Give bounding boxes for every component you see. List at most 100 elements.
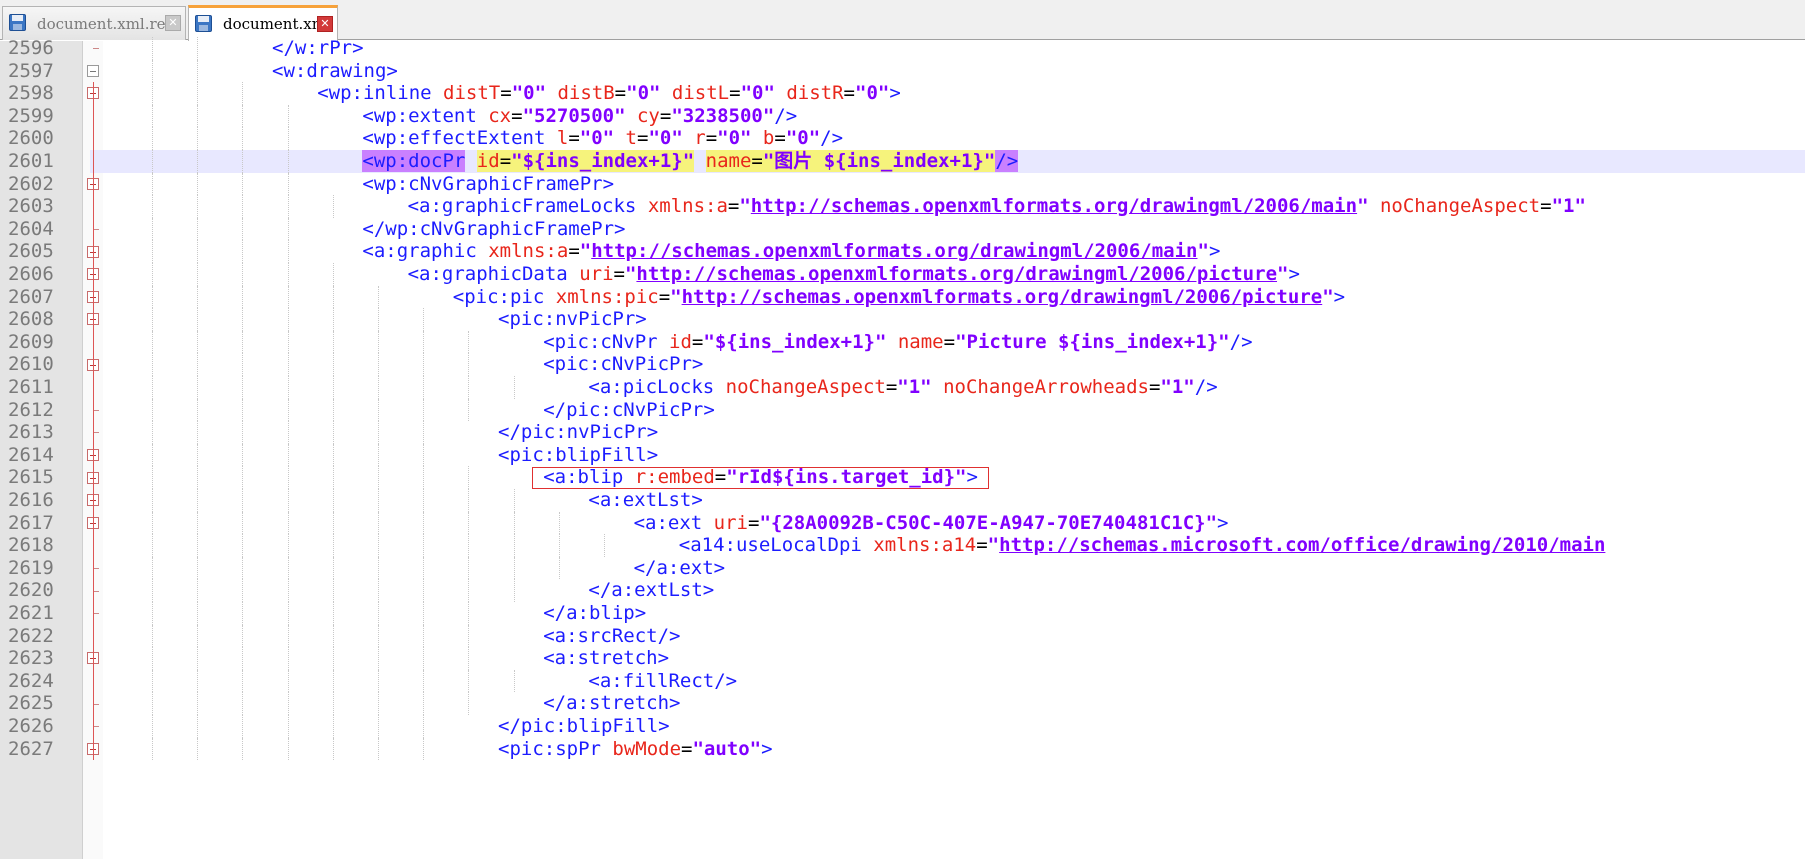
code-line[interactable]: 2608 <pic:nvPicPr>	[0, 308, 1805, 331]
close-icon[interactable]: ✕	[317, 16, 333, 32]
code-line[interactable]: 2624 <a:fillRect/>	[0, 669, 1805, 693]
token[interactable]: http://schemas.openxmlformats.org/drawin…	[682, 286, 1323, 308]
indent-guide	[332, 376, 334, 399]
indent-guide	[197, 308, 199, 331]
indent-guide	[423, 715, 425, 738]
indent-guide	[242, 240, 244, 263]
token: =	[691, 330, 704, 353]
token: </pic:blipFill>	[498, 715, 670, 737]
token: distT	[443, 82, 501, 105]
code-line[interactable]: 2626 </pic:blipFill>	[0, 715, 1805, 738]
indent-guide	[423, 466, 425, 489]
token: cx	[488, 104, 512, 127]
token: />	[774, 104, 798, 127]
code-line[interactable]: 2598 <wp:inline distT="0" distB="0" distL…	[0, 82, 1805, 105]
token[interactable]: http://schemas.openxmlformats.org/drawin…	[591, 240, 1197, 262]
code-text: </a:ext>	[634, 557, 726, 580]
token[interactable]: http://schemas.openxmlformats.org/drawin…	[751, 195, 1357, 217]
code-line[interactable]: 2618 <a14:useLocalDpi xmlns:a14="http://s…	[0, 534, 1805, 557]
indent-guide	[152, 195, 153, 218]
fold-line	[93, 353, 94, 376]
indent-guide	[197, 624, 199, 648]
code-text: <a:graphicData uri="http://schemas.openx…	[408, 263, 1300, 286]
indent-guide	[287, 692, 289, 715]
close-icon[interactable]: ✕	[165, 15, 181, 31]
indent-guide	[152, 240, 153, 263]
indent-guide	[197, 150, 199, 173]
indent-guide	[242, 466, 244, 489]
code-line[interactable]: 2610 <pic:cNvPicPr>	[0, 353, 1805, 376]
token: />	[820, 127, 844, 150]
code-line[interactable]: 2625 </a:stretch>	[0, 692, 1805, 715]
token: "图片 ${ins_index+1}"	[762, 150, 996, 172]
code-line[interactable]: 2616 <a:extLst>	[0, 489, 1805, 512]
code-line[interactable]: 2607 <pic:pic xmlns:pic="http://schemas.o…	[0, 285, 1805, 309]
code-line[interactable]: 2600 <wp:effectExtent l="0" t="0" r="0" b…	[0, 127, 1805, 150]
fold-toggle-icon[interactable]	[87, 64, 99, 77]
tab-document-xml[interactable]: document.xml ✕	[188, 5, 338, 41]
line-number: 2606	[8, 263, 54, 285]
code-line[interactable]: 2620 </a:extLst>	[0, 579, 1805, 602]
code-text: <a:picLocks noChangeAspect="1" noChangeA…	[588, 376, 1217, 399]
token: id	[669, 330, 692, 353]
line-number: 2622	[8, 624, 54, 647]
code-line[interactable]: 2622 <a:srcRect/>	[0, 624, 1805, 648]
token[interactable]: http://schemas.openxmlformats.org/drawin…	[636, 263, 1277, 285]
token: "rId${ins.target_id}"	[726, 466, 967, 489]
fold-line	[93, 602, 94, 625]
code-line[interactable]: 2611 <a:picLocks noChangeAspect="1" noCha…	[0, 376, 1805, 399]
token[interactable]: http://schemas.microsoft.com/office/draw…	[999, 534, 1605, 556]
code-line[interactable]: 2619 </a:ext>	[0, 556, 1805, 580]
code-line[interactable]: 2613 </pic:nvPicPr>	[0, 421, 1805, 444]
code-line[interactable]: 2612 </pic:cNvPicPr>	[0, 398, 1805, 422]
indent-guide	[197, 59, 199, 83]
code-line[interactable]: 2601 <wp:docPr id="${ins_index+1}" name="…	[8, 150, 1805, 173]
token: =	[705, 127, 718, 150]
code-line[interactable]: 2606 <a:graphicData uri="http://schemas.o…	[0, 263, 1805, 286]
code-text: </a:stretch>	[543, 692, 680, 715]
code-line[interactable]: 2627 <pic:spPr bwMode="auto">	[0, 737, 1805, 761]
indent-guide	[242, 376, 244, 399]
code-line[interactable]: 2605 <a:graphic xmlns:a="http://schemas.o…	[0, 240, 1805, 263]
fold-line	[93, 647, 94, 670]
token: "{28A0092B-C50C-407E-A947-70E740481C1C}"	[759, 511, 1218, 534]
indent-guide	[287, 330, 289, 354]
code-line[interactable]: 2617 <a:ext uri="{28A0092B-C50C-407E-A947…	[0, 511, 1805, 535]
indent-guide	[378, 443, 379, 467]
code-line[interactable]: 2623 <a:stretch>	[0, 647, 1805, 670]
indent-guide	[242, 195, 244, 218]
indent-guide	[152, 692, 153, 715]
indent-guide	[242, 443, 244, 467]
fold-line	[93, 466, 94, 489]
token: "	[1357, 195, 1369, 218]
code-line[interactable]: 2609 <pic:cNvPr id="${ins_index+1}" name=…	[0, 330, 1805, 354]
token: <a:picLocks	[588, 376, 726, 398]
code-editor[interactable]: 2596 </w:rPr> 2597 <w:drawing> 2598 <wp:inlin…	[0, 37, 1805, 859]
code-text: <a:graphicFrameLocks xmlns:a="http://sch…	[408, 195, 1586, 218]
code-line[interactable]: 2621 </a:blip>	[0, 602, 1805, 625]
indent-guide	[152, 308, 153, 331]
indent-guide	[378, 579, 379, 602]
code-line[interactable]: 2614 <pic:blipFill>	[0, 443, 1805, 467]
tab-document-xml-rels[interactable]: document.xml.rels ✕	[2, 6, 186, 40]
token: =	[659, 104, 672, 127]
code-line[interactable]: 2597 <w:drawing>	[0, 59, 1805, 83]
indent-guide	[468, 534, 470, 557]
indent-guide	[197, 376, 199, 399]
code-line[interactable]: 2599 <wp:extent cx="5270500" cy="3238500"…	[0, 104, 1805, 128]
token: <a:srcRect/>	[543, 624, 681, 647]
code-line[interactable]: 2603 <a:graphicFrameLocks xmlns:a="http:/…	[0, 195, 1805, 218]
code-line[interactable]: 2604 </wp:cNvGraphicFramePr>	[0, 217, 1805, 241]
token: "3238500"	[671, 104, 775, 127]
token: =	[637, 127, 649, 150]
indent-guide	[197, 443, 199, 467]
code-line[interactable]: 2596 </w:rPr>	[0, 37, 1805, 60]
indent-guide	[332, 421, 334, 444]
code-line[interactable]: 2615 <a:blip r:embed="rId${ins.target_id}…	[0, 466, 1805, 489]
indent-guide	[468, 579, 470, 602]
fold-line	[93, 263, 94, 286]
token: >	[966, 466, 978, 489]
code-text: <pic:pic xmlns:pic="http://schemas.openx…	[453, 286, 1345, 309]
code-line[interactable]: 2602 <wp:cNvGraphicFramePr>	[0, 172, 1805, 196]
code-text: <pic:spPr bwMode="auto">	[498, 738, 773, 761]
